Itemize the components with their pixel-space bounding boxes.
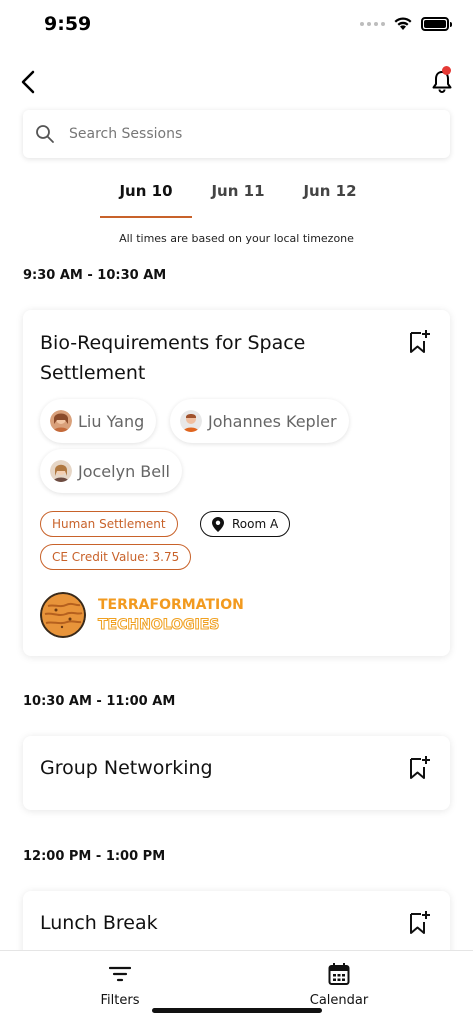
calendar-icon: [328, 963, 350, 985]
session-card[interactable]: Bio-Requirements for Space Settlement Li…: [23, 310, 450, 656]
timezone-note: All times are based on your local timezo…: [119, 232, 354, 245]
speaker-name: Johannes Kepler: [208, 411, 337, 431]
top-nav: [0, 58, 473, 106]
status-icons: [360, 16, 452, 31]
location-pin-icon: [212, 516, 224, 532]
tab-jun-12[interactable]: Jun 12: [284, 172, 376, 218]
session-card[interactable]: Group Networking: [23, 736, 450, 810]
search-input[interactable]: [69, 126, 399, 142]
avatar: [50, 410, 72, 432]
speaker-name: Liu Yang: [78, 411, 145, 431]
speaker-chip[interactable]: Jocelyn Bell: [40, 449, 182, 493]
bookmark-add-icon: [410, 756, 430, 779]
sponsor-name-line1: TERRAFORMATION: [98, 597, 244, 613]
bookmark-add-icon: [410, 330, 430, 353]
status-bar: 9:59: [0, 0, 473, 52]
speaker-chip[interactable]: Liu Yang: [40, 399, 157, 443]
location-label: Room A: [232, 517, 279, 531]
track-tag[interactable]: Human Settlement: [40, 511, 178, 537]
calendar-button[interactable]: Calendar: [289, 961, 389, 1008]
bookmark-add-icon: [410, 911, 430, 934]
time-slot-label: 10:30 AM - 11:00 AM: [23, 694, 176, 709]
sponsor-name-line2: TECHNOLOGIES: [98, 617, 220, 634]
tab-label: Jun 10: [119, 182, 173, 200]
search-icon: [36, 125, 54, 143]
calendar-label: Calendar: [309, 993, 369, 1008]
tab-jun-10[interactable]: Jun 10: [100, 172, 192, 218]
chevron-left-icon: [21, 70, 35, 94]
tab-label: Jun 12: [303, 182, 357, 200]
search-box[interactable]: [23, 110, 450, 158]
bookmark-button[interactable]: [406, 328, 432, 356]
time-slot-label: 12:00 PM - 1:00 PM: [23, 849, 166, 864]
filters-button[interactable]: Filters: [70, 961, 170, 1008]
time-slot-label: 9:30 AM - 10:30 AM: [23, 268, 167, 283]
credit-tag[interactable]: CE Credit Value: 3.75: [40, 544, 192, 570]
sponsor-text: TERRAFORMATION TECHNOLOGIES: [98, 595, 244, 635]
battery-icon: [421, 16, 452, 31]
speaker-name: Jocelyn Bell: [78, 461, 170, 481]
tab-jun-11[interactable]: Jun 11: [192, 172, 284, 218]
wifi-icon: [394, 17, 412, 30]
avatar: [50, 460, 72, 482]
tab-label: Jun 11: [211, 182, 265, 200]
speaker-chip[interactable]: Johannes Kepler: [170, 399, 349, 443]
date-tabs: Jun 10 Jun 11 Jun 12: [100, 172, 376, 220]
location-tag[interactable]: Room A: [200, 511, 291, 537]
session-title: Group Networking: [40, 757, 213, 779]
filter-icon: [109, 966, 131, 982]
home-indicator: [152, 1008, 322, 1013]
planet-icon: [40, 592, 86, 638]
session-title: Bio-Requirements for Space Settlement: [40, 332, 306, 384]
avatar: [180, 410, 202, 432]
notifications-button[interactable]: [425, 64, 459, 98]
signal-icon: [360, 21, 385, 26]
bookmark-button[interactable]: [406, 754, 432, 782]
notification-badge: [442, 66, 451, 75]
bookmark-button[interactable]: [406, 909, 432, 937]
filters-label: Filters: [100, 993, 140, 1008]
back-button[interactable]: [12, 66, 44, 98]
status-time: 9:59: [44, 13, 92, 35]
session-title: Lunch Break: [40, 912, 158, 934]
sponsor-logo[interactable]: TERRAFORMATION TECHNOLOGIES: [40, 592, 244, 638]
